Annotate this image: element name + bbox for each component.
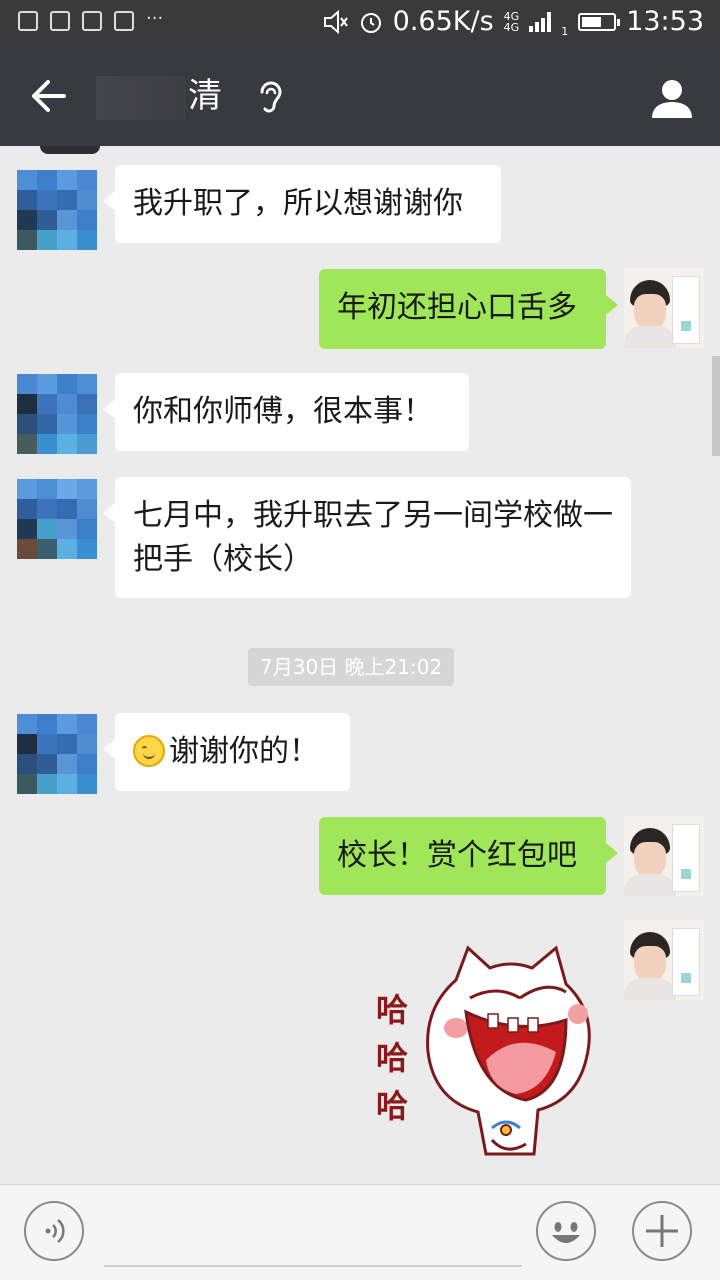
message-notification-icon	[18, 11, 38, 31]
status-bar: ··· 0.65K/s 4G 4G 1 13:53	[0, 0, 720, 46]
alarm-icon	[360, 12, 381, 33]
message-text: 校长！赏个红包吧	[337, 838, 577, 873]
laughing-cat-sticker[interactable]: 哈 哈 哈	[368, 940, 608, 1166]
message-bubble-received[interactable]: 七月中，我升职去了另一间学校做一把手（校长）	[103, 477, 631, 598]
message-text: 年初还担心口舌多	[337, 290, 577, 325]
redacted-contact-name	[96, 76, 186, 120]
my-avatar[interactable]	[624, 920, 704, 1000]
contact-avatar[interactable]	[17, 374, 97, 454]
smile-emoji-icon	[133, 735, 165, 767]
my-avatar[interactable]	[624, 268, 704, 348]
scrollbar[interactable]	[712, 356, 720, 456]
more-notifications-icon: ···	[146, 8, 164, 29]
network-type: 4G 4G	[503, 9, 520, 34]
earpiece-mode-icon	[260, 81, 282, 113]
mute-icon	[323, 9, 348, 34]
contact-profile-icon[interactable]	[650, 76, 694, 120]
my-avatar[interactable]	[624, 816, 704, 896]
message-bubble-received[interactable]: 你和你师傅，很本事！	[103, 373, 469, 451]
message-bubble-received[interactable]: 谢谢你的！	[103, 713, 350, 791]
emoji-face-icon	[552, 1222, 580, 1243]
more-actions-button[interactable]	[632, 1201, 692, 1261]
message-text: 谢谢你的！	[169, 734, 319, 769]
contact-avatar[interactable]	[17, 714, 97, 794]
battery-icon	[578, 12, 621, 31]
contact-avatar[interactable]	[17, 479, 97, 559]
chat-messages[interactable]: 我升职了，所以想谢谢你 年初还担心口舌多 你和你师傅，很本事！ 七月中，我升职去…	[0, 146, 720, 1184]
app-grid-notification-icon	[50, 11, 70, 31]
message-text: 你和你师傅，很本事！	[133, 394, 433, 429]
message-bubble-sent[interactable]: 年初还担心口舌多	[319, 269, 618, 349]
emoji-button[interactable]	[536, 1201, 596, 1261]
sim-index: 1	[561, 25, 569, 38]
sticker-laugh-text: 哈 哈 哈	[375, 991, 408, 1125]
voice-icon	[45, 1219, 65, 1243]
message-text: 我升职了，所以想谢谢你	[133, 186, 463, 221]
message-input-field[interactable]	[104, 1265, 522, 1267]
signal-icon	[529, 11, 552, 32]
message-timestamp: 7月30日 晚上21:02	[248, 648, 455, 686]
image-notification-icon	[114, 11, 134, 31]
laughing-cat-icon	[426, 945, 591, 1156]
plus-icon	[646, 1215, 678, 1247]
chat-title: 清	[188, 76, 222, 116]
news-notification-icon	[82, 11, 102, 31]
status-right: 0.65K/s 4G 4G 1 13:53	[323, 6, 704, 37]
voice-input-button[interactable]	[24, 1201, 84, 1261]
message-bubble-received[interactable]: 我升职了，所以想谢谢你	[103, 165, 501, 243]
message-text: 七月中，我升职去了另一间学校做一把手（校长）	[133, 498, 613, 577]
message-bubble-sent[interactable]: 校长！赏个红包吧	[319, 817, 618, 895]
notification-icons: ···	[18, 8, 164, 31]
back-arrow-icon[interactable]	[28, 78, 68, 114]
chat-input-bar	[0, 1184, 720, 1280]
previous-message-avatar-edge	[40, 146, 100, 154]
network-speed: 0.65K/s	[392, 6, 494, 37]
clock: 13:53	[626, 6, 704, 37]
contact-avatar[interactable]	[17, 170, 97, 250]
chat-header: 清	[0, 46, 720, 146]
